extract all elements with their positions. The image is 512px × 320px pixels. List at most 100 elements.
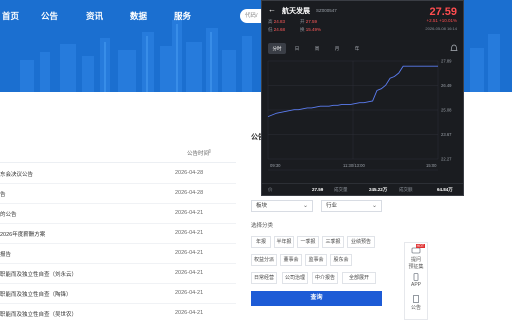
table-row[interactable]: 职能而及独立性自查（吴世农） 2026-04-21 <box>0 304 236 320</box>
stock-name: 航天发展 <box>282 8 310 15</box>
open-label: 开 <box>300 19 305 24</box>
chip-annual[interactable]: 年报 <box>251 236 271 248</box>
chip-intermediary[interactable]: 中介报告 <box>312 272 338 284</box>
low-value: 24.68 <box>273 27 286 32</box>
bell-icon[interactable] <box>450 44 458 53</box>
row-date: 2026-04-21 <box>175 290 204 296</box>
industry-select[interactable]: 行业 ⌄ <box>321 200 382 212</box>
chevron-down-icon: ⌄ <box>302 203 308 209</box>
row-title[interactable]: 2026年度薪酬方案 <box>0 230 45 238</box>
chevron-down-icon: ⌄ <box>371 203 377 209</box>
y-tick-label: 27.89 <box>441 59 452 64</box>
foot-price-value: 27.59 <box>312 187 324 192</box>
row-title[interactable]: 职能而及独立性自查（吴世农） <box>0 310 77 318</box>
turnover-label: 换 <box>300 27 305 32</box>
y-tick-label: 22.27 <box>441 157 452 162</box>
tool-ask-label: 提问 <box>410 257 421 263</box>
chip-governance[interactable]: 公司治理 <box>282 272 308 284</box>
industry-select-value: 行业 <box>326 203 338 209</box>
table-row[interactable]: 告 2026-04-28 <box>0 184 236 204</box>
table-row[interactable]: 报告 2026-04-21 <box>0 244 236 264</box>
back-arrow-icon[interactable]: ← <box>268 5 276 14</box>
tool-ask[interactable]: HOT 提问 预征集 <box>405 244 427 270</box>
nav-item-data[interactable]: 数据 <box>130 6 147 26</box>
chat-icon <box>411 247 421 254</box>
table-row[interactable]: 职能而及独立性自查（陶锋） 2026-04-21 <box>0 284 236 304</box>
quote-turnover: 换 15.49% <box>300 27 321 33</box>
col-time-header[interactable]: 公告时间 <box>187 149 209 157</box>
chip-q3[interactable]: 三季报 <box>322 236 344 248</box>
chip-q1[interactable]: 一季报 <box>297 236 319 248</box>
y-tick-label: 23.67 <box>441 132 452 137</box>
foot-vol-label: 成交量 <box>334 187 348 192</box>
row-date: 2026-04-21 <box>175 230 204 236</box>
tab-month[interactable]: 月 <box>328 43 346 54</box>
row-date: 2026-04-21 <box>175 250 204 256</box>
stock-change: +2.51 +10.01% <box>426 18 457 23</box>
tab-intraday[interactable]: 分时 <box>268 43 286 54</box>
stock-code: SZ000547 <box>316 8 337 13</box>
phone-icon <box>413 273 419 281</box>
period-tabs: 分时 日 周 月 年 <box>266 43 460 55</box>
intraday-chart[interactable]: 27.89 26.49 25.08 23.67 22.27 09:30 11:30/13:0… <box>266 57 460 177</box>
foot-amount-label: 成交额 <box>399 187 413 192</box>
y-tick-label: 25.08 <box>441 108 452 113</box>
row-title[interactable]: 告 <box>0 190 6 198</box>
tab-year[interactable]: 年 <box>348 43 366 54</box>
nav-item-home[interactable]: 首页 <box>2 6 19 26</box>
row-title[interactable]: 东会决议公告 <box>0 170 33 178</box>
quote-open: 开 27.59 <box>300 19 317 25</box>
table-row[interactable]: 的公告 2026-04-21 <box>0 204 236 224</box>
table-row[interactable]: 2026年度薪酬方案 2026-04-21 <box>0 224 236 244</box>
board-select-value: 板块 <box>256 203 268 209</box>
x-tick-label: 15:00 <box>426 163 437 168</box>
chip-operations[interactable]: 日常经营 <box>251 272 277 284</box>
tool-app[interactable]: APP <box>405 273 427 288</box>
row-date: 2026-04-21 <box>175 270 204 276</box>
hot-badge: HOT <box>415 244 425 248</box>
list-header: 公告时间 ⇕ <box>0 145 236 163</box>
row-title[interactable]: 的公告 <box>0 210 17 218</box>
foot-amount-value: 64.84万 <box>437 187 453 192</box>
quote-time: 2026-05-08 16:14 <box>425 26 457 31</box>
tool-announce-label: 公告 <box>410 305 421 311</box>
stock-quote-popup: ← 航天发展 SZ000547 27.59 +2.51 +10.01% 2026… <box>261 0 464 196</box>
popup-header: ← 航天发展 SZ000547 27.59 +2.51 +10.01% 2026… <box>262 1 463 41</box>
chip-expand-all[interactable]: 全部展开 <box>342 272 376 284</box>
document-icon <box>413 295 419 303</box>
nav-item-news[interactable]: 资讯 <box>86 6 103 26</box>
row-title[interactable]: 报告 <box>0 250 11 258</box>
chip-supervisory[interactable]: 监事会 <box>305 254 327 266</box>
tab-day[interactable]: 日 <box>288 43 306 54</box>
board-select[interactable]: 板块 ⌄ <box>251 200 313 212</box>
row-date: 2026-04-21 <box>175 310 204 316</box>
y-tick-label: 26.49 <box>441 83 452 88</box>
foot-vol-value: 245.22万 <box>369 187 388 192</box>
category-section-label: 选择分类 <box>251 223 274 229</box>
table-row[interactable]: 东会决议公告 2026-04-28 <box>0 164 236 184</box>
chip-dividend[interactable]: 权益分派 <box>251 254 277 266</box>
x-tick-label: 09:30 <box>270 163 281 168</box>
high-value: 24.83 <box>273 19 286 24</box>
query-button[interactable]: 查询 <box>251 291 382 306</box>
popup-footer: 价 27.59 成交量 245.22万 成交额 64.84万 <box>262 183 463 196</box>
nav-item-announcements[interactable]: 公告 <box>41 6 58 26</box>
turnover-value: 15.49% <box>305 27 322 32</box>
quote-high: 高 24.83 <box>268 19 285 25</box>
low-label: 低 <box>268 27 273 32</box>
chip-shareholders[interactable]: 股东会 <box>330 254 352 266</box>
chip-forecast[interactable]: 业绩预告 <box>347 236 375 248</box>
sort-icon[interactable]: ⇕ <box>207 149 212 155</box>
tool-announce[interactable]: 公告 <box>405 295 427 311</box>
row-title[interactable]: 职能而及独立性自查（陶锋） <box>0 290 72 298</box>
row-date: 2026-04-28 <box>175 190 204 196</box>
chip-board[interactable]: 董事会 <box>280 254 302 266</box>
nav-item-services[interactable]: 服务 <box>174 6 191 26</box>
open-value: 27.59 <box>305 19 318 24</box>
quote-low: 低 24.68 <box>268 27 285 33</box>
tab-week[interactable]: 周 <box>308 43 326 54</box>
table-row[interactable]: 职能而及独立性自查（刘永云） 2026-04-21 <box>0 264 236 284</box>
chip-semiannual[interactable]: 半年报 <box>274 236 294 248</box>
row-title[interactable]: 职能而及独立性自查（刘永云） <box>0 270 77 278</box>
foot-price-label: 价 <box>268 187 273 192</box>
